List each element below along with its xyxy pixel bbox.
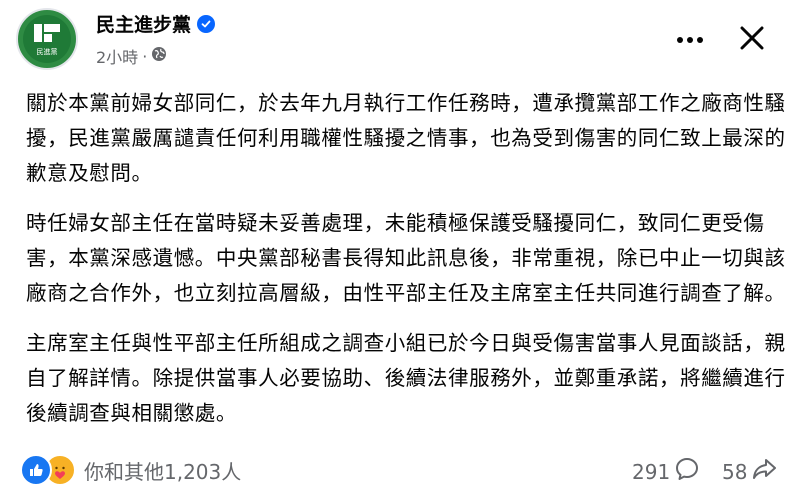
- globe-icon[interactable]: [151, 46, 167, 66]
- close-icon: [739, 25, 765, 55]
- verified-badge-icon: [197, 14, 216, 33]
- post-paragraph: 時任婦女部主任在當時疑未妥善處理，未能積極保護受騷擾同仁，致同仁更受傷害，本黨深…: [26, 211, 786, 305]
- post-paragraph: 關於本黨前婦女部同仁，於去年九月執行工作任務時，遭承攬黨部工作之廠商性騷擾，民進…: [26, 91, 786, 185]
- post-time[interactable]: 2小時: [96, 44, 138, 68]
- more-dot: [697, 37, 703, 43]
- comments-count: 291: [632, 459, 671, 484]
- post-paragraph: 主席室主任與性平部主任所組成之調查小組已於今日與受傷害當事人見面談話，親自了解詳…: [26, 331, 786, 425]
- like-reaction-icon: [20, 454, 52, 486]
- avatar-logo: 民進黨: [23, 15, 71, 63]
- party-logo-mark: [32, 22, 62, 48]
- page-avatar[interactable]: 民進黨: [16, 8, 78, 70]
- more-dot: [687, 37, 693, 43]
- reactions-summary[interactable]: 你和其他1,203人: [20, 454, 241, 486]
- reactions-count: 你和其他1,203人: [84, 459, 242, 484]
- post-header: 民進黨 民主進步黨 2小時 ·: [0, 0, 802, 80]
- shares-count: 58: [722, 459, 748, 484]
- share-icon: [751, 456, 777, 487]
- meta-separator: ·: [142, 46, 148, 66]
- shares-count-button[interactable]: 58: [722, 456, 777, 487]
- comment-icon: [674, 456, 700, 487]
- post-meta: 2小時 ·: [96, 44, 167, 68]
- comments-count-button[interactable]: 291: [632, 456, 700, 487]
- post-footer: 你和其他1,203人 291 58: [0, 446, 802, 496]
- more-horizontal-icon: [677, 37, 683, 43]
- more-options-button[interactable]: [668, 22, 712, 58]
- page-name[interactable]: 民主進步黨: [96, 10, 191, 37]
- post-body: 關於本黨前婦女部同仁，於去年九月執行工作任務時，遭承攬黨部工作之廠商性騷擾，民進…: [26, 86, 786, 446]
- page-name-row: 民主進步黨: [96, 10, 216, 37]
- close-button[interactable]: [730, 18, 774, 62]
- avatar-label: 民進黨: [36, 47, 58, 56]
